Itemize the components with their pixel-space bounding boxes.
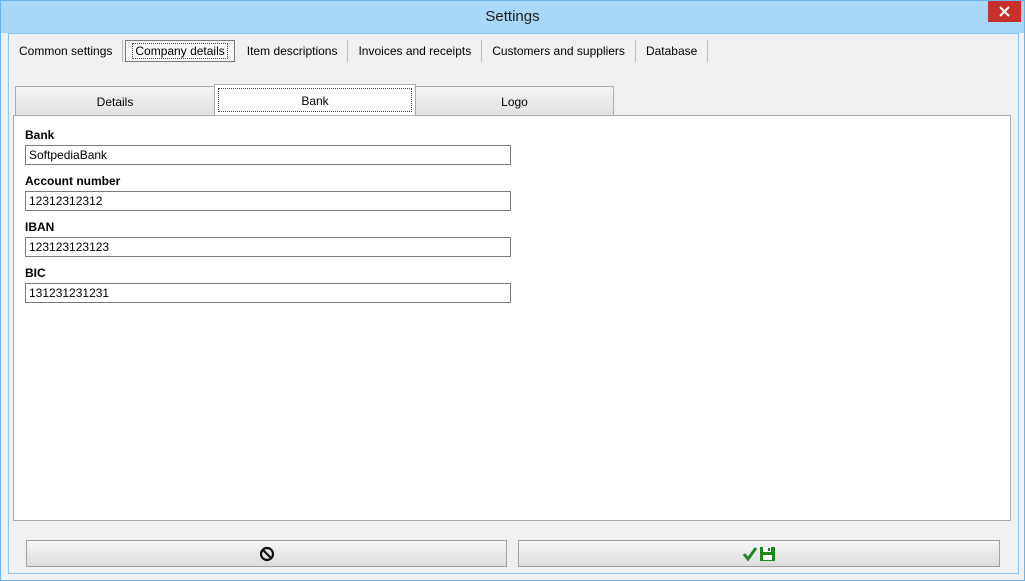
outer-tab-strip: Common settings Company details Item des… [9,40,709,66]
tab-common-settings[interactable]: Common settings [9,40,124,62]
title-bar[interactable]: Settings [1,1,1024,33]
tab-item-descriptions[interactable]: Item descriptions [237,40,349,62]
bic-label: BIC [25,266,46,280]
account-number-label: Account number [25,174,121,188]
save-button[interactable] [518,540,1000,567]
iban-field[interactable]: 123123123123 [25,237,511,257]
account-number-field[interactable]: 12312312312 [25,191,511,211]
bic-field[interactable]: 131231231231 [25,283,511,303]
tab-company-details[interactable]: Company details [125,40,235,62]
client-area: Common settings Company details Item des… [8,33,1019,574]
tab-invoices-and-receipts[interactable]: Invoices and receipts [348,40,483,62]
cancel-button[interactable] [26,540,507,567]
check-icon [742,546,757,561]
bank-label: Bank [25,128,55,142]
tab-details[interactable]: Details [15,86,215,115]
iban-label: IBAN [25,220,55,234]
tab-customers-and-suppliers[interactable]: Customers and suppliers [482,40,636,62]
settings-window: Settings Common settings Company details… [0,0,1025,581]
window-title: Settings [485,8,540,25]
tab-logo[interactable]: Logo [415,86,614,115]
tab-database[interactable]: Database [636,40,709,62]
floppy-disk-icon [759,546,775,561]
close-button[interactable] [988,1,1021,22]
close-icon [999,6,1010,17]
bank-panel: Bank SoftpediaBank Account number 123123… [13,115,1011,521]
tab-bank[interactable]: Bank [214,84,416,115]
bank-field[interactable]: SoftpediaBank [25,145,511,165]
cancel-icon [259,546,274,561]
